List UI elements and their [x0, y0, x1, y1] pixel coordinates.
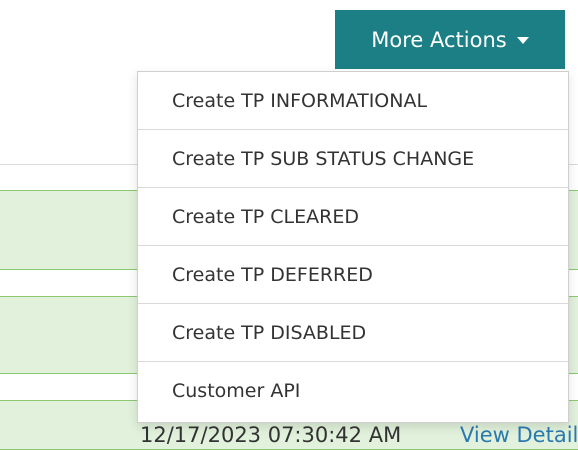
more-actions-label: More Actions — [371, 27, 507, 52]
caret-down-icon — [516, 37, 529, 44]
menu-item-create-tp-disabled[interactable]: Create TP DISABLED — [138, 304, 568, 362]
more-actions-button[interactable]: More Actions — [335, 10, 565, 69]
menu-item-create-tp-sub-status-change[interactable]: Create TP SUB STATUS CHANGE — [138, 130, 568, 188]
menu-item-create-tp-deferred[interactable]: Create TP DEFERRED — [138, 246, 568, 304]
view-details-link[interactable]: View Details — [460, 423, 578, 447]
more-actions-menu: Create TP INFORMATIONAL Create TP SUB ST… — [137, 71, 569, 423]
menu-item-create-tp-cleared[interactable]: Create TP CLEARED — [138, 188, 568, 246]
menu-item-create-tp-informational[interactable]: Create TP INFORMATIONAL — [138, 72, 568, 130]
row-timestamp: 12/17/2023 07:30:42 AM — [140, 423, 402, 447]
menu-item-customer-api[interactable]: Customer API — [138, 362, 568, 420]
